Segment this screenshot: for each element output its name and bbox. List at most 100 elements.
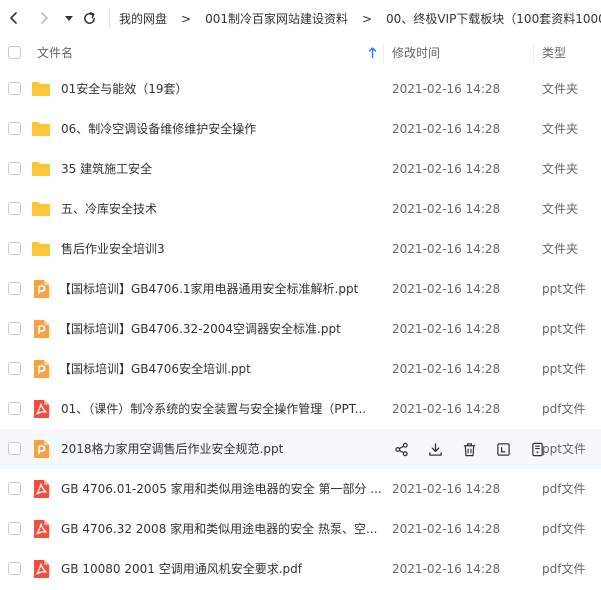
column-divider[interactable] (533, 43, 534, 63)
file-name[interactable]: GB 4706.01-2005 家用和类似用途电器的安全 第一部分 ... (61, 469, 382, 509)
file-list-header: 文件名 修改时间 类型 (0, 37, 601, 69)
file-row[interactable]: GB 4706.01-2005 家用和类似用途电器的安全 第一部分 ... 20… (0, 469, 601, 509)
row-checkbox[interactable] (8, 402, 21, 415)
refresh-button[interactable] (80, 9, 98, 27)
file-name[interactable]: GB 10080 2001 空调用通风机安全要求.pdf (61, 549, 302, 589)
file-row[interactable]: 06、制冷空调设备维修维护安全操作 2021-02-16 14:28 文件夹 (0, 109, 601, 149)
file-type: 文件夹 (542, 162, 579, 176)
download-icon[interactable] (426, 440, 444, 458)
file-type: pdf文件 (542, 562, 586, 576)
column-header-type[interactable]: 类型 (542, 37, 566, 69)
row-checkbox[interactable] (8, 82, 21, 95)
share-icon[interactable] (392, 440, 410, 458)
row-checkbox[interactable] (8, 482, 21, 495)
row-checkbox[interactable] (8, 282, 21, 295)
breadcrumb-item-folder[interactable]: 001制冷百家网站建设资料 (205, 10, 348, 27)
file-modified-time: 2021-02-16 14:28 (392, 82, 501, 96)
row-checkbox[interactable] (8, 202, 21, 215)
row-checkbox[interactable] (8, 362, 21, 375)
forward-button[interactable] (35, 9, 53, 27)
file-name[interactable]: 五、冷库安全技术 (61, 189, 157, 229)
file-modified-time: 2021-02-16 14:28 (392, 562, 501, 576)
breadcrumb: 我的网盘 > 001制冷百家网站建设资料 > 00、终极VIP下载板块（100套… (119, 0, 601, 37)
file-modified-time: 2021-02-16 14:28 (392, 242, 501, 256)
rename-icon[interactable] (494, 440, 512, 458)
history-dropdown-button[interactable] (60, 9, 78, 27)
file-row[interactable]: 35 建筑施工安全 2021-02-16 14:28 文件夹 (0, 149, 601, 189)
file-type: 文件夹 (542, 202, 579, 216)
file-row[interactable]: 五、冷库安全技术 2021-02-16 14:28 文件夹 (0, 189, 601, 229)
file-name[interactable]: 01、（课件）制冷系统的安全装置与安全操作管理（PPT... (61, 389, 366, 429)
file-type: ppt文件 (542, 362, 586, 376)
column-header-modified[interactable]: 修改时间 (392, 37, 440, 69)
breadcrumb-item-root[interactable]: 我的网盘 (119, 10, 167, 27)
file-row[interactable]: 【国标培训】GB4706.1家用电器通用安全标准解析.ppt 2021-02-1… (0, 269, 601, 309)
row-checkbox[interactable] (8, 242, 21, 255)
column-divider[interactable] (383, 43, 384, 63)
file-name[interactable]: GB 4706.32 2008 家用和类似用途电器的安全 热泵、空... (61, 509, 377, 549)
chevron-right-icon (41, 12, 48, 24)
file-row[interactable]: GB 10080 2001 空调用通风机安全要求.pdf 2021-02-16 … (0, 549, 601, 589)
file-modified-time: 2021-02-16 14:28 (392, 362, 501, 376)
file-type: pdf文件 (542, 482, 586, 496)
row-checkbox[interactable] (8, 162, 21, 175)
file-row[interactable]: 售后作业安全培训3 2021-02-16 14:28 文件夹 (0, 229, 601, 269)
file-modified-time: 2021-02-16 14:28 (392, 202, 501, 216)
file-row-hovered[interactable]: 2018格力家用空调售后作业安全规范.ppt ppt文件 (0, 429, 601, 469)
file-type: pdf文件 (542, 522, 586, 536)
folder-icon (32, 202, 50, 216)
file-name[interactable]: 【国标培训】GB4706安全培训.ppt (59, 349, 251, 389)
file-row[interactable]: 01安全与能效（19套） 2021-02-16 14:28 文件夹 (0, 69, 601, 109)
row-action-bar (392, 440, 562, 458)
file-name[interactable]: 【国标培训】GB4706.32-2004空调器安全标准.ppt (59, 309, 341, 349)
file-type: 文件夹 (542, 82, 579, 96)
delete-icon[interactable] (460, 440, 478, 458)
sort-ascending-icon[interactable] (368, 47, 377, 62)
pdf-file-icon (34, 520, 49, 538)
top-navigation-bar: 我的网盘 > 001制冷百家网站建设资料 > 00、终极VIP下载板块（100套… (0, 0, 601, 37)
file-row[interactable]: 【国标培训】GB4706安全培训.ppt 2021-02-16 14:28 pp… (0, 349, 601, 389)
file-modified-time: 2021-02-16 14:28 (392, 522, 501, 536)
file-type: ppt文件 (542, 322, 586, 336)
file-name[interactable]: 01安全与能效（19套） (61, 69, 188, 109)
file-name[interactable]: 【国标培训】GB4706.1家用电器通用安全标准解析.ppt (59, 269, 358, 309)
breadcrumb-separator: > (361, 11, 373, 26)
file-name[interactable]: 2018格力家用空调售后作业安全规范.ppt (61, 429, 283, 469)
row-checkbox[interactable] (8, 122, 21, 135)
column-header-name[interactable]: 文件名 (37, 37, 73, 69)
file-name[interactable]: 06、制冷空调设备维修维护安全操作 (61, 109, 256, 149)
file-row[interactable]: GB 4706.32 2008 家用和类似用途电器的安全 热泵、空... 202… (0, 509, 601, 549)
file-modified-time: 2021-02-16 14:28 (392, 162, 501, 176)
refresh-icon (83, 11, 95, 24)
breadcrumb-item-current[interactable]: 00、终极VIP下载板块（100套资料10000GB） (386, 10, 601, 27)
file-type: ppt文件 (542, 442, 586, 456)
folder-icon (32, 122, 50, 136)
file-modified-time: 2021-02-16 14:28 (392, 282, 501, 296)
row-checkbox[interactable] (8, 562, 21, 575)
file-modified-time: 2021-02-16 14:28 (392, 322, 501, 336)
ppt-file-icon (34, 280, 49, 298)
breadcrumb-separator: > (181, 11, 192, 26)
back-button[interactable] (5, 9, 23, 27)
file-type: 文件夹 (542, 242, 579, 256)
pdf-file-icon (34, 400, 49, 418)
file-name[interactable]: 售后作业安全培训3 (61, 229, 165, 269)
select-all-checkbox[interactable] (8, 46, 21, 59)
pdf-file-icon (34, 480, 49, 498)
caret-down-icon (65, 16, 73, 21)
file-name[interactable]: 35 建筑施工安全 (61, 149, 152, 189)
pdf-file-icon (34, 560, 49, 578)
ppt-file-icon (34, 440, 49, 458)
file-row[interactable]: 【国标培训】GB4706.32-2004空调器安全标准.ppt 2021-02-… (0, 309, 601, 349)
row-checkbox[interactable] (8, 522, 21, 535)
file-type: 文件夹 (542, 122, 579, 136)
file-row[interactable]: 01、（课件）制冷系统的安全装置与安全操作管理（PPT... 2021-02-1… (0, 389, 601, 429)
file-modified-time: 2021-02-16 14:28 (392, 482, 501, 496)
row-checkbox[interactable] (8, 322, 21, 335)
chevron-left-icon (10, 12, 17, 24)
folder-icon (32, 162, 50, 176)
folder-icon (32, 82, 50, 96)
file-modified-time: 2021-02-16 14:28 (392, 402, 501, 416)
row-checkbox[interactable] (8, 442, 21, 455)
folder-icon (32, 242, 50, 256)
